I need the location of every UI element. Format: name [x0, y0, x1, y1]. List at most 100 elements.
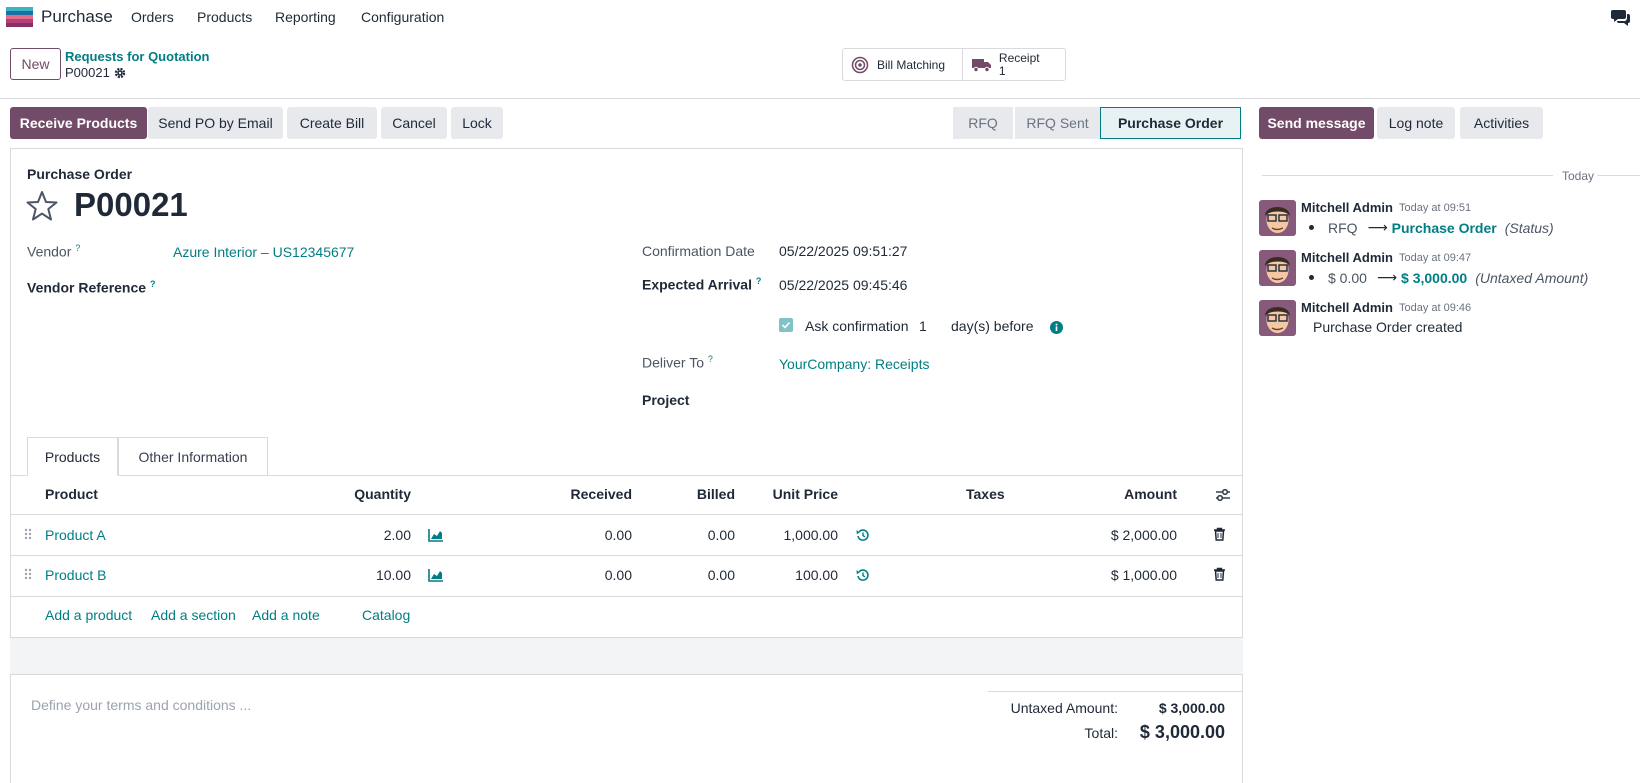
untaxed-amount-value: $ 3,000.00: [1158, 700, 1225, 716]
product-cell[interactable]: Product A: [45, 527, 106, 543]
app-menu-icon[interactable]: [6, 7, 33, 27]
menu-reporting[interactable]: Reporting: [275, 9, 336, 25]
col-quantity[interactable]: Quantity: [333, 486, 411, 502]
col-billed[interactable]: Billed: [665, 486, 735, 502]
check-icon: [781, 321, 791, 329]
menu-products[interactable]: Products: [197, 9, 252, 25]
activities-button[interactable]: Activities: [1460, 107, 1543, 139]
info-icon[interactable]: [1050, 321, 1063, 334]
receipt-button[interactable]: Receipt 1: [961, 49, 1065, 80]
total-label: Total:: [1084, 725, 1118, 741]
help-mark[interactable]: ?: [708, 354, 713, 364]
col-taxes[interactable]: Taxes: [966, 486, 1005, 502]
status-purchase-order[interactable]: Purchase Order: [1100, 107, 1241, 139]
col-amount[interactable]: Amount: [1115, 486, 1177, 502]
discuss-icon[interactable]: [1611, 8, 1631, 26]
add-note-link[interactable]: Add a note: [252, 607, 320, 623]
tracking-old-value: RFQ: [1328, 219, 1358, 236]
date-separator: Today: [1562, 169, 1595, 183]
table-footer-band: [10, 637, 1243, 675]
create-bill-button[interactable]: Create Bill: [287, 107, 377, 139]
help-mark[interactable]: ?: [150, 279, 156, 289]
date-separator-line: [1597, 175, 1640, 176]
vendor-field[interactable]: Azure Interior – US12345677: [173, 244, 354, 260]
add-section-link[interactable]: Add a section: [151, 607, 236, 623]
unit-price-cell[interactable]: 100.00: [748, 567, 838, 583]
ask-confirmation-checkbox[interactable]: [779, 318, 793, 332]
forecast-chart-icon[interactable]: [428, 528, 444, 542]
avatar[interactable]: [1259, 200, 1296, 236]
message-author[interactable]: Mitchell Admin: [1301, 200, 1393, 215]
quantity-cell[interactable]: 2.00: [330, 527, 411, 543]
forecast-chart-icon[interactable]: [428, 568, 444, 582]
arrow-icon: ⟶: [1367, 219, 1388, 235]
drag-handle-icon[interactable]: [24, 568, 32, 580]
trash-icon[interactable]: [1213, 567, 1226, 581]
message-body: Purchase Order created: [1313, 319, 1463, 335]
vendor-reference-label: Vendor Reference ?: [27, 279, 156, 296]
received-cell: 0.00: [604, 567, 632, 583]
col-received[interactable]: Received: [552, 486, 632, 502]
bullet: [1309, 225, 1314, 230]
gear-icon[interactable]: [114, 67, 126, 79]
document-type-label: Purchase Order: [27, 166, 133, 182]
message-date: Today at 09:46: [1399, 302, 1472, 314]
message-date: Today at 09:47: [1399, 252, 1472, 264]
avatar[interactable]: [1259, 250, 1296, 286]
menu-configuration[interactable]: Configuration: [361, 9, 444, 25]
tab-products[interactable]: Products: [27, 437, 118, 476]
receipt-count: 1: [998, 63, 1006, 78]
send-po-email-button[interactable]: Send PO by Email: [148, 107, 283, 139]
help-mark[interactable]: ?: [75, 243, 80, 253]
add-product-link[interactable]: Add a product: [45, 607, 132, 623]
billed-cell: 0.00: [707, 527, 735, 543]
deliver-to-field[interactable]: YourCompany: Receipts: [779, 356, 929, 372]
message-author[interactable]: Mitchell Admin: [1301, 300, 1393, 315]
quantity-cell[interactable]: 10.00: [330, 567, 411, 583]
col-unit-price[interactable]: Unit Price: [748, 486, 838, 502]
tracking-field: (Status): [1504, 219, 1554, 236]
optional-columns-icon[interactable]: [1215, 487, 1231, 503]
star-icon[interactable]: [26, 190, 58, 221]
product-cell[interactable]: Product B: [45, 567, 106, 583]
help-mark[interactable]: ?: [756, 276, 762, 286]
receipt-label: Receipt: [998, 50, 1040, 65]
trash-icon[interactable]: [1213, 527, 1226, 541]
history-icon[interactable]: [855, 528, 871, 542]
billed-cell: 0.00: [707, 567, 735, 583]
col-product[interactable]: Product: [45, 486, 98, 502]
status-bar: RFQ RFQ Sent Purchase Order: [953, 107, 1241, 139]
new-button[interactable]: New: [10, 48, 61, 80]
expected-arrival-label: Expected Arrival ?: [642, 276, 762, 293]
ask-confirmation-label: Ask confirmation: [805, 318, 909, 334]
bullet: [1309, 275, 1314, 280]
cancel-button[interactable]: Cancel: [381, 107, 447, 139]
avatar[interactable]: [1259, 300, 1296, 336]
tracking-new-value: Purchase Order: [1391, 219, 1497, 236]
terms-conditions-field[interactable]: Define your terms and conditions ...: [31, 697, 251, 713]
message-author[interactable]: Mitchell Admin: [1301, 250, 1393, 265]
history-icon[interactable]: [855, 568, 871, 582]
tab-other-information[interactable]: Other Information: [118, 437, 268, 476]
receive-products-button[interactable]: Receive Products: [10, 107, 147, 139]
catalog-link[interactable]: Catalog: [362, 607, 410, 623]
log-note-button[interactable]: Log note: [1377, 107, 1455, 139]
drag-handle-icon[interactable]: [24, 528, 32, 540]
ask-confirmation-days[interactable]: 1: [919, 318, 927, 334]
confirmation-date-field[interactable]: 05/22/2025 09:51:27: [779, 243, 907, 259]
status-rfq[interactable]: RFQ: [953, 107, 1013, 139]
expected-arrival-field[interactable]: 05/22/2025 09:45:46: [779, 277, 907, 293]
send-message-button[interactable]: Send message: [1259, 107, 1374, 139]
breadcrumb-rfq[interactable]: Requests for Quotation: [65, 49, 209, 64]
tracking-new-value: $ 3,000.00: [1401, 269, 1468, 286]
app-name[interactable]: Purchase: [41, 7, 113, 27]
bill-matching-button[interactable]: Bill Matching: [843, 49, 962, 80]
menu-orders[interactable]: Orders: [131, 9, 174, 25]
lock-button[interactable]: Lock: [451, 107, 503, 139]
unit-price-cell[interactable]: 1,000.00: [748, 527, 839, 543]
amount-cell: $ 2,000.00: [1110, 527, 1177, 543]
row-divider: [10, 596, 1243, 597]
total-value: $ 3,000.00: [1139, 722, 1225, 742]
status-rfq-sent[interactable]: RFQ Sent: [1013, 107, 1100, 139]
tracking-line: RFQ ⟶ Purchase Order (Status): [1309, 219, 1554, 236]
